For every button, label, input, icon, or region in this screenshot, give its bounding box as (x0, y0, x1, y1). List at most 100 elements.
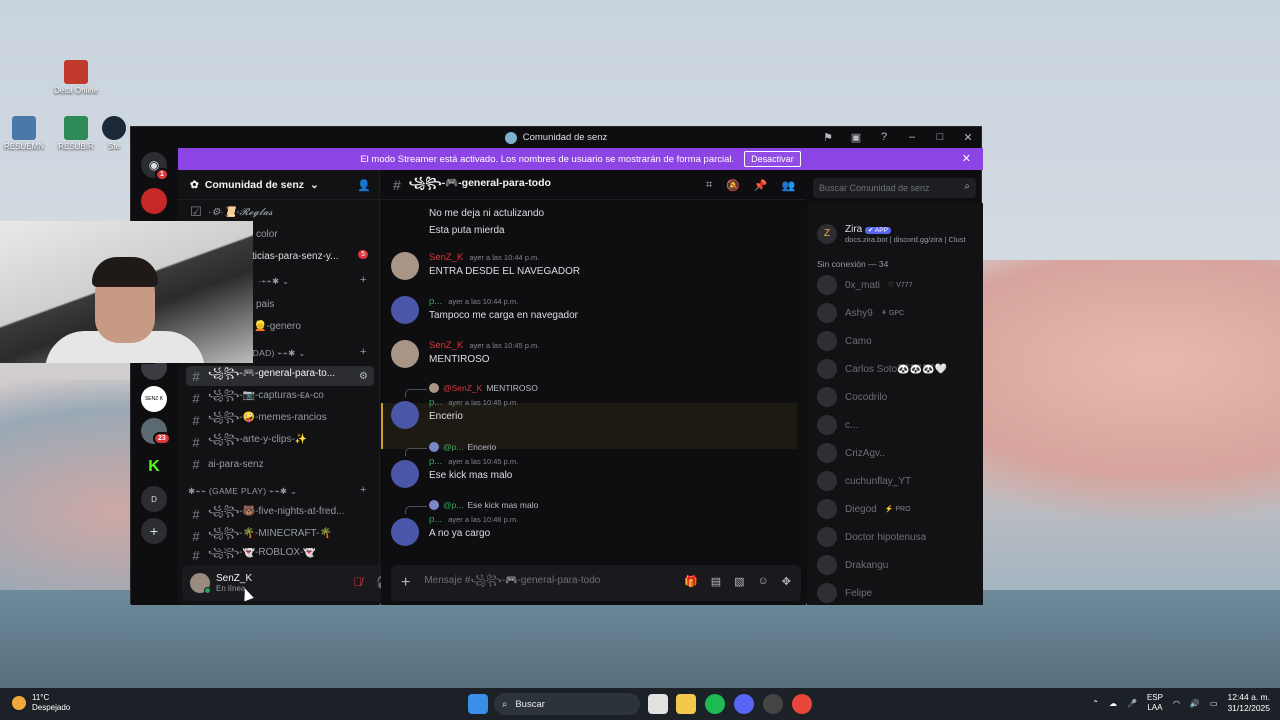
members-icon[interactable]: 👥 (782, 179, 796, 192)
weather-widget[interactable]: 11°C Despejado (12, 693, 70, 713)
start-button[interactable] (468, 694, 488, 714)
language-indicator[interactable]: ESP LAA (1147, 693, 1163, 713)
member-item[interactable]: Felipe (817, 581, 977, 605)
discord-icon[interactable] (734, 694, 754, 714)
channel-settings-icon[interactable]: ⚙ (359, 371, 368, 382)
disable-streamer-button[interactable]: Desactivar (744, 151, 801, 167)
reply-preview[interactable]: @SenZ_K MENTIROSO (429, 383, 538, 393)
channel-item-arte[interactable]: # ꧁꧂-arte-y-clips-✨ (186, 432, 374, 452)
server-icon-kick[interactable]: K (141, 454, 167, 480)
server-icon-d[interactable]: D (141, 486, 167, 512)
add-channel-icon[interactable]: + (360, 346, 366, 358)
channel-item-general[interactable]: # ꧁꧂-🎮-general-para-to... ⚙ (186, 366, 374, 386)
avatar[interactable] (391, 340, 419, 368)
desktop-icon-steam[interactable]: Ste (96, 116, 132, 151)
channel-item-minecraft[interactable]: # ꧁꧂-🌴-MINECRAFT-🌴 (186, 526, 374, 546)
category-gameplay[interactable]: ✱⌁⌁ (GAME PLAY) ⌁⌁✱ ⌄ (188, 486, 297, 497)
inbox-icon[interactable]: ▣ (849, 130, 863, 144)
server-icon-3[interactable]: 23 (141, 418, 171, 445)
pin-icon[interactable]: 📌 (754, 179, 768, 192)
add-member-icon[interactable]: 👤 (357, 179, 371, 192)
avatar[interactable] (391, 252, 419, 280)
chrome-icon[interactable] (792, 694, 812, 714)
server-icon-red[interactable] (141, 188, 167, 214)
channel-item-rules[interactable]: ☑ ·⚙·📜-𝓡𝓮𝓰𝓵𝓪𝓼 (186, 202, 374, 222)
search-input[interactable]: Buscar Comunidad de senz ⌕ (813, 178, 976, 198)
member-item-zira[interactable]: Z Zira ✔ APP docs.zira.bot | discord.gg/… (817, 219, 977, 249)
avatar[interactable] (391, 460, 419, 488)
reply-preview[interactable]: @p... Encerio (429, 442, 496, 452)
add-channel-icon[interactable]: + (360, 274, 366, 286)
avatar (817, 443, 837, 463)
category-1[interactable]: ·⌁⌁✱ ⌄ (258, 276, 289, 287)
guild-header[interactable]: ✿ Comunidad de senz ⌄ 👤 (178, 170, 379, 200)
unread-badge: 5 (358, 250, 368, 259)
battery-icon[interactable]: ▭ (1210, 699, 1218, 708)
plus-icon: + (149, 523, 159, 539)
threads-icon[interactable]: ⌗ (706, 179, 712, 192)
member-item[interactable]: Camo (817, 329, 977, 353)
spotify-icon[interactable] (705, 694, 725, 714)
member-item[interactable]: Carlos Soto🐼🐼🐼🤍 (817, 357, 977, 381)
cloud-icon[interactable]: ☁ (1109, 699, 1117, 708)
chevron-up-icon[interactable]: ⌃ (1092, 699, 1099, 708)
member-item[interactable]: Drakangu (817, 553, 977, 577)
message-input-placeholder[interactable]: Mensaje #꧁꧂-🎮-general-para-todo (424, 573, 600, 593)
avatar[interactable] (391, 518, 419, 546)
notification-badge: 1 (155, 168, 169, 181)
avatar[interactable] (391, 296, 419, 324)
file-explorer-icon[interactable] (676, 694, 696, 714)
task-view-icon[interactable] (648, 694, 668, 714)
maximize-button[interactable]: □ (933, 130, 947, 144)
member-tag: ♡ V777 (888, 282, 913, 289)
volume-icon[interactable]: 🔊 (1190, 699, 1200, 708)
member-item[interactable]: cuchunflay_YT (817, 469, 977, 493)
mic-muted-icon[interactable]: 🎙̸ (353, 575, 362, 589)
avatar[interactable] (190, 573, 211, 594)
add-channel-icon[interactable]: + (360, 484, 366, 496)
channel-item-capturas[interactable]: # ꧁꧂-📷-capturas-ᴇᴀ-ᴄᴏ (186, 388, 374, 408)
gift-icon[interactable]: 🎁 (684, 575, 698, 588)
reply-preview[interactable]: @p... Ese kick mas malo (429, 500, 538, 510)
hash-icon: # (192, 412, 200, 428)
minimize-button[interactable]: – (905, 130, 919, 144)
member-item[interactable]: Cocodrilo (817, 385, 977, 409)
desktop-icon-delta[interactable]: Delta Online (46, 60, 106, 95)
clock[interactable]: 12:44 a. m. 31/12/2025 (1227, 692, 1270, 714)
member-item[interactable]: Diegod ⚡ PRO (817, 497, 977, 521)
server-icon-senz[interactable]: SENZ K (141, 386, 167, 412)
member-item[interactable]: 0x_mati ♡ V777 (817, 273, 977, 297)
member-item[interactable]: Doctor hipotenusa (817, 525, 977, 549)
channel-item-memes[interactable]: # ꧁꧂-🤪-memes-rancios (186, 410, 374, 430)
checkbox-icon: ☑ (190, 204, 202, 219)
help-icon[interactable]: ? (877, 130, 891, 144)
avatar (817, 499, 837, 519)
close-banner-icon[interactable]: ✕ (962, 152, 971, 165)
wifi-icon[interactable]: ◠ (1173, 699, 1180, 708)
microphone-icon[interactable]: 🎤 (1127, 699, 1137, 708)
chat-area: # ꧁꧂-🎮-general-para-todo No me deja ni a… (381, 170, 806, 605)
avatar[interactable] (391, 401, 419, 429)
avatar (817, 471, 837, 491)
add-server-button[interactable]: + (141, 518, 167, 544)
apps-icon[interactable]: ✥ (782, 575, 791, 588)
member-item[interactable]: Ashy9 ⚘ GPC (817, 301, 977, 325)
flag-icon[interactable]: ⚑ (821, 130, 835, 144)
member-item[interactable]: CrizAgv.. (817, 441, 977, 465)
member-item[interactable]: c... (817, 413, 977, 437)
sticker-icon[interactable]: ▧ (734, 575, 744, 588)
app-icon[interactable] (763, 694, 783, 714)
emoji-icon[interactable]: ☺ (758, 575, 769, 588)
gif-icon[interactable]: ▤ (711, 575, 721, 588)
taskbar-search[interactable]: ⌕ Buscar (494, 693, 640, 715)
channel-item-fnaf[interactable]: # ꧁꧂-🐻-five-nights-at-fred... (186, 504, 374, 524)
plus-icon[interactable]: + (401, 574, 410, 592)
category-2[interactable]: IDAD) ⌁⌁✱ ⌄ (250, 348, 306, 359)
close-button[interactable]: ✕ (961, 130, 975, 144)
notifications-muted-icon[interactable]: 🔕 (726, 179, 740, 192)
channel-item-ai[interactable]: # ai-para-senz (186, 454, 374, 474)
message-composer[interactable]: + Mensaje #꧁꧂-🎮-general-para-todo 🎁 ▤ ▧ … (391, 565, 801, 601)
weather-sun-icon (12, 696, 26, 710)
channel-item-roblox[interactable]: # ꧁꧂-👻-ROBLOX-👻 (186, 548, 374, 562)
home-button[interactable]: ◉ 1 (141, 152, 169, 181)
